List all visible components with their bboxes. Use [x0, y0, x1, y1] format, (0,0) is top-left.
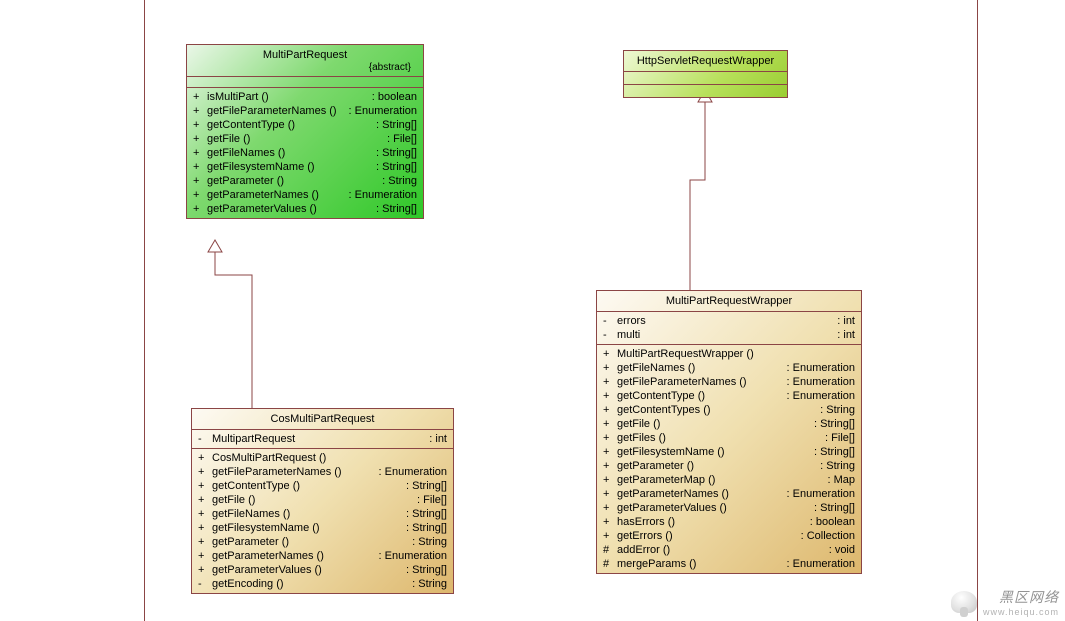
member-row: -MultipartRequestint — [198, 432, 447, 446]
member-row: +getParameterValues ()String[] — [193, 202, 417, 216]
member-row: +getFileParameterNames ()Enumeration — [603, 375, 855, 389]
member-row: +getFileNames ()String[] — [198, 507, 447, 521]
member-row: +getParameterMap ()Map — [603, 473, 855, 487]
member-row: +hasErrors ()boolean — [603, 515, 855, 529]
attrs-list: -errorsint-multiint — [597, 312, 861, 345]
member-row: +getFile ()File[] — [198, 493, 447, 507]
member-row: -multiint — [603, 328, 855, 342]
member-row: +getContentType ()String[] — [198, 479, 447, 493]
class-stereotype: {abstract} — [187, 61, 423, 76]
mushroom-icon — [951, 591, 977, 613]
member-row: +getErrors ()Collection — [603, 529, 855, 543]
member-row: +getFilesystemName ()String[] — [193, 160, 417, 174]
member-row: +getFilesystemName ()String[] — [603, 445, 855, 459]
member-row: +CosMultiPartRequest () — [198, 451, 447, 465]
ops-list: +MultiPartRequestWrapper ()+getFileNames… — [597, 345, 861, 573]
member-row: #addError ()void — [603, 543, 855, 557]
member-row: +getFileParameterNames ()Enumeration — [198, 465, 447, 479]
class-title: HttpServletRequestWrapper — [624, 51, 787, 72]
member-row: +getParameter ()String — [193, 174, 417, 188]
watermark: 黑区网络 www.heiqu.com — [951, 587, 1059, 617]
member-row: +getContentType ()String[] — [193, 118, 417, 132]
member-row: +getContentTypes ()String — [603, 403, 855, 417]
member-row: +isMultiPart ()boolean — [193, 90, 417, 104]
class-httpservletrequestwrapper: HttpServletRequestWrapper — [623, 50, 788, 98]
ops-list: +CosMultiPartRequest ()+getFileParameter… — [192, 449, 453, 593]
ops-compartment — [624, 85, 787, 97]
attrs-list: -MultipartRequestint — [192, 430, 453, 449]
attrs-compartment — [187, 76, 423, 88]
member-row: -errorsint — [603, 314, 855, 328]
class-multipartrequestwrapper: MultiPartRequestWrapper -errorsint-multi… — [596, 290, 862, 574]
member-row: +getParameterNames ()Enumeration — [193, 188, 417, 202]
watermark-text: 黑区网络 — [999, 587, 1059, 607]
member-row: +MultiPartRequestWrapper () — [603, 347, 855, 361]
connectors — [0, 0, 1065, 621]
member-row: +getFile ()File[] — [193, 132, 417, 146]
member-row: +getParameterValues ()String[] — [198, 563, 447, 577]
member-row: +getFileNames ()Enumeration — [603, 361, 855, 375]
member-row: +getParameterNames ()Enumeration — [198, 549, 447, 563]
member-row: +getFiles ()File[] — [603, 431, 855, 445]
member-row: #mergeParams ()Enumeration — [603, 557, 855, 571]
class-multipartrequest: MultiPartRequest {abstract} +isMultiPart… — [186, 44, 424, 219]
member-row: +getFile ()String[] — [603, 417, 855, 431]
member-row: +getFilesystemName ()String[] — [198, 521, 447, 535]
member-row: +getContentType ()Enumeration — [603, 389, 855, 403]
attrs-compartment — [624, 72, 787, 85]
member-row: +getFileNames ()String[] — [193, 146, 417, 160]
member-row: +getParameterValues ()String[] — [603, 501, 855, 515]
frame-left — [144, 0, 145, 621]
class-title: CosMultiPartRequest — [192, 409, 453, 430]
frame-right — [977, 0, 978, 621]
ops-list: +isMultiPart ()boolean+getFileParameterN… — [187, 88, 423, 218]
member-row: +getParameterNames ()Enumeration — [603, 487, 855, 501]
class-title: MultiPartRequest — [187, 45, 423, 61]
member-row: -getEncoding ()String — [198, 577, 447, 591]
member-row: +getParameter ()String — [603, 459, 855, 473]
member-row: +getFileParameterNames ()Enumeration — [193, 104, 417, 118]
class-cosmultipartrequest: CosMultiPartRequest -MultipartRequestint… — [191, 408, 454, 594]
member-row: +getParameter ()String — [198, 535, 447, 549]
class-title: MultiPartRequestWrapper — [597, 291, 861, 312]
watermark-url: www.heiqu.com — [983, 607, 1059, 617]
